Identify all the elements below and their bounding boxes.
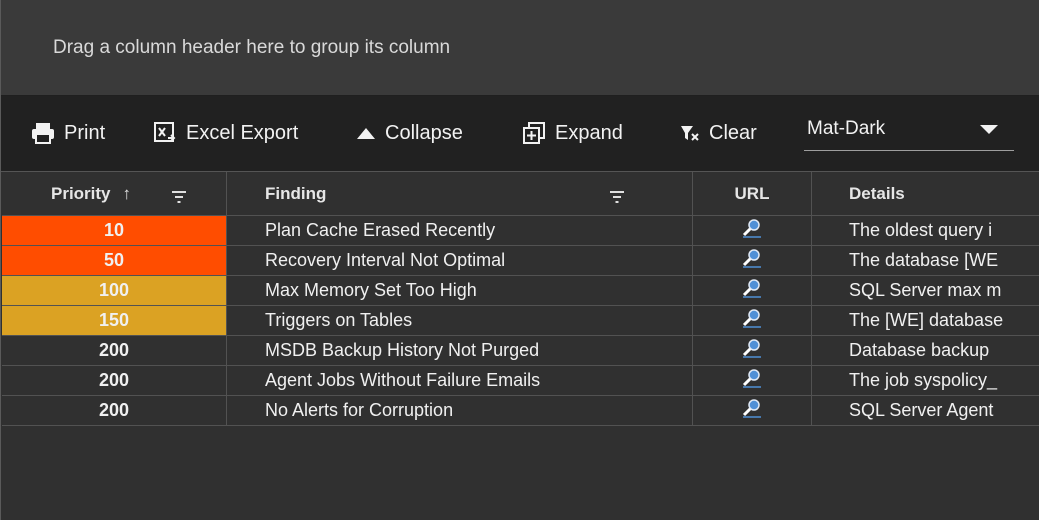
- chevron-down-icon: [980, 125, 998, 134]
- priority-cell: 50: [2, 246, 227, 275]
- clear-label: Clear: [709, 121, 757, 144]
- table-body: 10 Plan Cache Erased Recently The oldest q…: [2, 216, 1039, 426]
- print-button[interactable]: Print: [31, 118, 105, 148]
- finding-cell: Triggers on Tables: [227, 306, 693, 335]
- details-cell: The [WE] database: [812, 306, 1039, 335]
- expand-icon: [522, 121, 546, 145]
- sort-ascending-icon[interactable]: ↑: [123, 184, 132, 204]
- priority-cell: 10: [2, 216, 227, 245]
- table-row[interactable]: 200 No Alerts for Corruption SQL Server Ag…: [2, 396, 1039, 426]
- table-row[interactable]: 10 Plan Cache Erased Recently The oldest q…: [2, 216, 1039, 246]
- priority-header-label: Priority: [51, 183, 111, 203]
- details-cell: SQL Server max m: [812, 276, 1039, 305]
- filter-icon[interactable]: [172, 188, 186, 208]
- priority-cell: 100: [2, 276, 227, 305]
- finding-cell: Plan Cache Erased Recently: [227, 216, 693, 245]
- url-link-icon[interactable]: [741, 308, 763, 333]
- priority-cell: 200: [2, 396, 227, 425]
- details-cell: The oldest query i: [812, 216, 1039, 245]
- table-header-row: Priority ↑ Finding URL Details: [2, 172, 1039, 216]
- url-link-icon[interactable]: [741, 218, 763, 243]
- finding-cell: Recovery Interval Not Optimal: [227, 246, 693, 275]
- column-header-priority[interactable]: Priority ↑: [2, 172, 227, 215]
- grid-toolbar: Print Excel Export Collapse Expand Clear…: [1, 96, 1039, 172]
- table-row[interactable]: 50 Recovery Interval Not Optimal The datab…: [2, 246, 1039, 276]
- column-header-finding[interactable]: Finding: [227, 172, 693, 215]
- finding-cell: Max Memory Set Too High: [227, 276, 693, 305]
- url-link-icon[interactable]: [741, 368, 763, 393]
- clear-filter-button[interactable]: Clear: [680, 118, 757, 148]
- finding-header-label: Finding: [265, 183, 327, 203]
- url-cell: [693, 216, 812, 245]
- details-cell: The job syspolicy_: [812, 366, 1039, 395]
- url-header-label: URL: [734, 183, 770, 203]
- url-cell: [693, 366, 812, 395]
- theme-selected-value: Mat-Dark: [807, 118, 886, 139]
- collapse-button[interactable]: Collapse: [356, 118, 463, 148]
- print-icon: [31, 122, 55, 144]
- print-label: Print: [64, 121, 106, 144]
- priority-cell: 200: [2, 366, 227, 395]
- url-link-icon[interactable]: [741, 338, 763, 363]
- details-header-label: Details: [849, 183, 905, 203]
- url-cell: [693, 396, 812, 425]
- expand-button[interactable]: Expand: [522, 118, 623, 148]
- theme-dropdown[interactable]: Mat-Dark: [804, 116, 1014, 151]
- table-row[interactable]: 150 Triggers on Tables The [WE] database: [2, 306, 1039, 336]
- clear-filter-icon: [680, 124, 700, 142]
- column-header-url[interactable]: URL: [693, 172, 812, 215]
- filter-icon[interactable]: [610, 188, 624, 208]
- priority-cell: 150: [2, 306, 227, 335]
- excel-icon: [153, 121, 177, 145]
- table-row[interactable]: 200 MSDB Backup History Not Purged Databas…: [2, 336, 1039, 366]
- url-cell: [693, 276, 812, 305]
- triangle-up-icon: [356, 126, 376, 140]
- expand-label: Expand: [555, 121, 623, 144]
- url-cell: [693, 336, 812, 365]
- group-hint-text: Drag a column header here to group its c…: [53, 37, 451, 58]
- results-table: Priority ↑ Finding URL Details 10 Plan Ca…: [2, 172, 1039, 426]
- url-link-icon[interactable]: [741, 278, 763, 303]
- details-cell: Database backup: [812, 336, 1039, 365]
- url-link-icon[interactable]: [741, 248, 763, 273]
- finding-cell: MSDB Backup History Not Purged: [227, 336, 693, 365]
- details-cell: SQL Server Agent: [812, 396, 1039, 425]
- url-cell: [693, 246, 812, 275]
- group-drop-panel[interactable]: Drag a column header here to group its c…: [1, 0, 1039, 96]
- details-cell: The database [WE: [812, 246, 1039, 275]
- priority-cell: 200: [2, 336, 227, 365]
- data-grid: Drag a column header here to group its c…: [0, 0, 1039, 520]
- excel-export-button[interactable]: Excel Export: [153, 118, 298, 148]
- column-header-details[interactable]: Details: [812, 172, 1039, 215]
- excel-export-label: Excel Export: [186, 121, 299, 144]
- url-link-icon[interactable]: [741, 398, 763, 423]
- finding-cell: Agent Jobs Without Failure Emails: [227, 366, 693, 395]
- table-row[interactable]: 200 Agent Jobs Without Failure Emails The …: [2, 366, 1039, 396]
- finding-cell: No Alerts for Corruption: [227, 396, 693, 425]
- table-row[interactable]: 100 Max Memory Set Too High SQL Server max…: [2, 276, 1039, 306]
- url-cell: [693, 306, 812, 335]
- collapse-label: Collapse: [385, 121, 463, 144]
